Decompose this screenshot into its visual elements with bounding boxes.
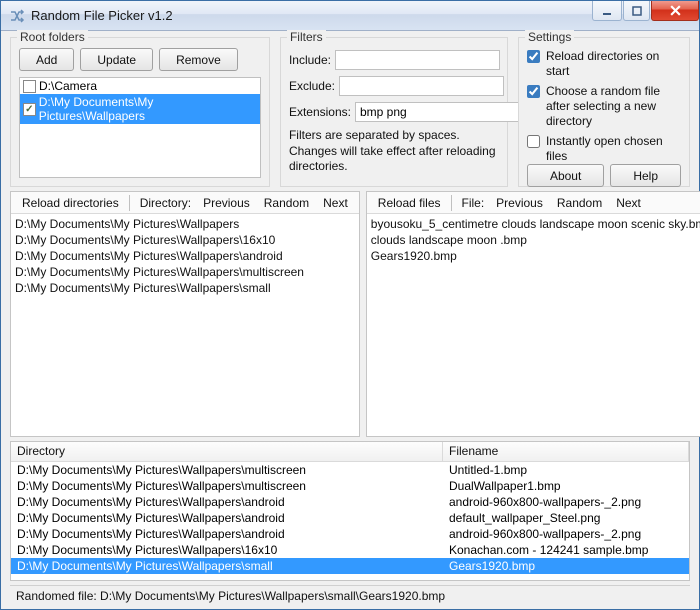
reload-on-start-label: Reload directories on start [546, 49, 681, 79]
filename-cell: default_wallpaper_Steel.png [443, 510, 689, 526]
directory-cell: D:\My Documents\My Pictures\Wallpapers\a… [11, 510, 443, 526]
file-item[interactable]: clouds landscape moon .bmp [371, 232, 700, 248]
settings-title: Settings [525, 30, 574, 44]
extensions-input[interactable] [355, 102, 520, 122]
directory-column-header[interactable]: Directory [11, 442, 443, 461]
filename-cell: android-960x800-wallpapers-_2.png [443, 494, 689, 510]
filename-column-header[interactable]: Filename [443, 442, 689, 461]
directory-list[interactable]: D:\My Documents\My Pictures\WallpapersD:… [11, 214, 359, 436]
directory-item[interactable]: D:\My Documents\My Pictures\Wallpapers\m… [15, 264, 355, 280]
table-header: Directory Filename [11, 442, 689, 462]
directory-item[interactable]: D:\My Documents\My Pictures\Wallpapers\a… [15, 248, 355, 264]
reload-directories-button[interactable]: Reload directories [15, 194, 126, 212]
file-item[interactable]: Gears1920.bmp [371, 248, 700, 264]
choose-random-checkbox[interactable] [527, 85, 540, 98]
root-folders-group: Root folders Add Update Remove D:\Camera… [10, 37, 270, 187]
directory-toolbar: Reload directories Directory: Previous R… [11, 192, 359, 214]
table-body[interactable]: D:\My Documents\My Pictures\Wallpapers\m… [11, 462, 689, 580]
reload-files-button[interactable]: Reload files [371, 194, 448, 212]
root-folder-item[interactable]: D:\Camera [20, 78, 260, 94]
root-folders-list[interactable]: D:\Camera D:\My Documents\My Pictures\Wal… [19, 77, 261, 178]
table-row[interactable]: D:\My Documents\My Pictures\Wallpapers\a… [11, 526, 689, 542]
window-controls [591, 1, 699, 30]
file-list[interactable]: byousoku_5_centimetre clouds landscape m… [367, 214, 700, 436]
root-folder-item[interactable]: D:\My Documents\My Pictures\Wallpapers [20, 94, 260, 124]
dir-previous-button[interactable]: Previous [196, 194, 257, 212]
include-label: Include: [289, 53, 331, 67]
table-row[interactable]: D:\My Documents\My Pictures\Wallpapers\a… [11, 510, 689, 526]
filename-cell: Konachan.com - 124241 sample.bmp [443, 542, 689, 558]
status-text: Randomed file: D:\My Documents\My Pictur… [16, 589, 445, 603]
file-previous-button[interactable]: Previous [489, 194, 550, 212]
directory-cell: D:\My Documents\My Pictures\Wallpapers\1… [11, 542, 443, 558]
help-button[interactable]: Help [610, 164, 681, 187]
reload-on-start-checkbox[interactable] [527, 50, 540, 63]
close-button[interactable] [651, 1, 699, 21]
app-window: Random File Picker v1.2 Root folders Add… [0, 0, 700, 610]
dir-random-button[interactable]: Random [257, 194, 316, 212]
filters-title: Filters [287, 30, 326, 44]
history-table: Directory Filename D:\My Documents\My Pi… [10, 441, 690, 581]
root-folders-buttons: Add Update Remove [19, 48, 261, 71]
exclude-input[interactable] [339, 76, 504, 96]
include-input[interactable] [335, 50, 500, 70]
table-row[interactable]: D:\My Documents\My Pictures\Wallpapers\a… [11, 494, 689, 510]
directory-item[interactable]: D:\My Documents\My Pictures\Wallpapers [15, 216, 355, 232]
file-random-button[interactable]: Random [550, 194, 609, 212]
toolbar-separator [129, 195, 130, 211]
directory-item[interactable]: D:\My Documents\My Pictures\Wallpapers\s… [15, 280, 355, 296]
filename-cell: DualWallpaper1.bmp [443, 478, 689, 494]
remove-button[interactable]: Remove [159, 48, 238, 71]
top-row: Root folders Add Update Remove D:\Camera… [10, 37, 690, 187]
filters-note: Filters are separated by spaces. Changes… [289, 128, 499, 175]
filename-cell: Untitled-1.bmp [443, 462, 689, 478]
about-button[interactable]: About [527, 164, 604, 187]
toolbar-separator [451, 195, 452, 211]
table-row[interactable]: D:\My Documents\My Pictures\Wallpapers\s… [11, 558, 689, 574]
directory-label: Directory: [133, 194, 196, 212]
folder-checkbox[interactable] [23, 80, 36, 93]
filename-cell: android-960x800-wallpapers-_2.png [443, 526, 689, 542]
filters-group: Filters Include: Exclude: Extensions: Fi… [280, 37, 508, 187]
table-row[interactable]: D:\My Documents\My Pictures\Wallpapers\1… [11, 542, 689, 558]
instant-open-label: Instantly open chosen files [546, 134, 681, 164]
window-title: Random File Picker v1.2 [31, 8, 591, 23]
directory-cell: D:\My Documents\My Pictures\Wallpapers\s… [11, 558, 443, 574]
file-toolbar: Reload files File: Previous Random Next [367, 192, 700, 214]
titlebar: Random File Picker v1.2 [1, 1, 699, 31]
dir-next-button[interactable]: Next [316, 194, 355, 212]
instant-open-checkbox[interactable] [527, 135, 540, 148]
mid-row: Reload directories Directory: Previous R… [10, 191, 690, 437]
file-label: File: [455, 194, 490, 212]
directory-cell: D:\My Documents\My Pictures\Wallpapers\m… [11, 462, 443, 478]
extensions-label: Extensions: [289, 105, 351, 119]
file-item[interactable]: byousoku_5_centimetre clouds landscape m… [371, 216, 700, 232]
content-area: Root folders Add Update Remove D:\Camera… [1, 31, 699, 609]
folder-path: D:\My Documents\My Pictures\Wallpapers [39, 95, 257, 123]
directory-item[interactable]: D:\My Documents\My Pictures\Wallpapers\1… [15, 232, 355, 248]
directory-cell: D:\My Documents\My Pictures\Wallpapers\a… [11, 526, 443, 542]
file-panel: Reload files File: Previous Random Next … [366, 191, 700, 437]
table-row[interactable]: D:\My Documents\My Pictures\Wallpapers\m… [11, 478, 689, 494]
exclude-label: Exclude: [289, 79, 335, 93]
settings-group: Settings Reload directories on start Cho… [518, 37, 690, 187]
folder-path: D:\Camera [39, 79, 97, 93]
directory-cell: D:\My Documents\My Pictures\Wallpapers\m… [11, 478, 443, 494]
file-next-button[interactable]: Next [609, 194, 648, 212]
folder-checkbox[interactable] [23, 103, 36, 116]
directory-cell: D:\My Documents\My Pictures\Wallpapers\a… [11, 494, 443, 510]
root-folders-title: Root folders [17, 30, 88, 44]
directory-panel: Reload directories Directory: Previous R… [10, 191, 360, 437]
filename-cell: Gears1920.bmp [443, 558, 689, 574]
minimize-button[interactable] [592, 1, 622, 21]
table-row[interactable]: D:\My Documents\My Pictures\Wallpapers\m… [11, 462, 689, 478]
maximize-button[interactable] [623, 1, 650, 21]
add-button[interactable]: Add [19, 48, 74, 71]
update-button[interactable]: Update [80, 48, 153, 71]
app-icon [9, 8, 25, 24]
status-bar: Randomed file: D:\My Documents\My Pictur… [10, 585, 690, 605]
choose-random-label: Choose a random file after selecting a n… [546, 84, 681, 129]
